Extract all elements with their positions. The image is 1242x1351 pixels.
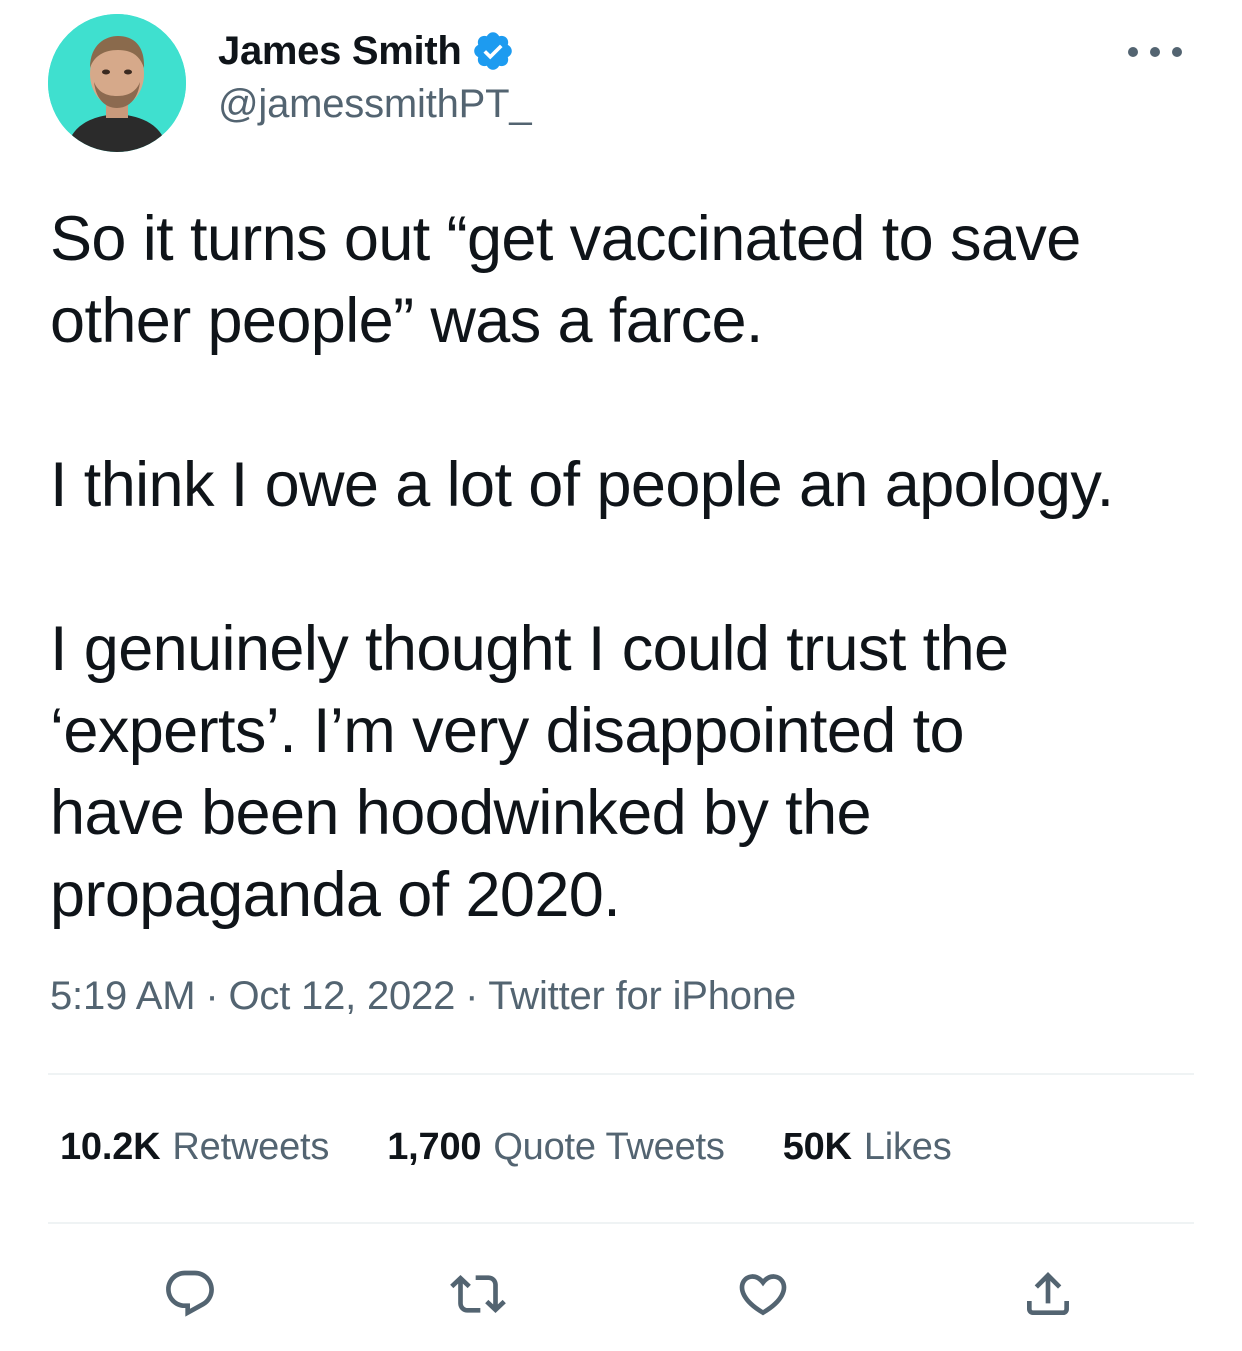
like-icon: [739, 1274, 787, 1316]
verified-badge-icon: [471, 29, 515, 73]
tweet-date[interactable]: Oct 12, 2022: [228, 974, 455, 1018]
retweet-button[interactable]: [448, 1264, 508, 1324]
divider: [48, 1073, 1194, 1075]
retweets-count: 10.2K: [60, 1126, 161, 1168]
retweets-label: Retweets: [172, 1126, 330, 1168]
more-options-icon: [1128, 47, 1182, 57]
retweet-icon: [450, 1275, 506, 1313]
share-button[interactable]: [1018, 1264, 1078, 1324]
more-options-button[interactable]: [1110, 32, 1200, 72]
author-name[interactable]: James Smith: [218, 29, 462, 74]
quote-tweets-label: Quote Tweets: [493, 1126, 725, 1168]
tweet-line: other people” was a farce.: [50, 286, 763, 356]
reply-button[interactable]: [160, 1264, 220, 1324]
tweet-line: ‘experts’. I’m very disappointed to: [50, 696, 965, 766]
tweet-time[interactable]: 5:19 AM: [50, 974, 196, 1018]
tweet-line: I genuinely thought I could trust the: [50, 614, 1009, 684]
quote-tweets-count: 1,700: [387, 1126, 482, 1168]
quote-tweets-stat[interactable]: 1,700 Quote Tweets: [387, 1126, 725, 1169]
author-handle[interactable]: @jamessmithPT_: [218, 82, 532, 127]
tweet-text: So it turns out “get vaccinated to save …: [50, 198, 1210, 936]
tweet-stats: 10.2K Retweets 1,700 Quote Tweets 50K Likes: [60, 1126, 1010, 1169]
share-icon: [1027, 1272, 1069, 1315]
tweet-meta: 5:19 AM · Oct 12, 2022 · Twitter for iPhone: [50, 974, 796, 1019]
tweet-line: propaganda of 2020.: [50, 860, 621, 930]
reply-icon: [166, 1270, 214, 1317]
tweet-line: have been hoodwinked by the: [50, 778, 872, 848]
tweet-source[interactable]: Twitter for iPhone: [488, 974, 796, 1018]
tweet-line: I think I owe a lot of people an apology…: [50, 450, 1114, 520]
meta-separator: ·: [465, 974, 479, 1018]
like-button[interactable]: [733, 1264, 793, 1324]
likes-stat[interactable]: 50K Likes: [783, 1126, 952, 1169]
likes-label: Likes: [863, 1126, 952, 1168]
retweets-stat[interactable]: 10.2K Retweets: [60, 1126, 329, 1169]
tweet: James Smith @jamessmithPT_ So it turns o…: [0, 0, 1242, 1351]
tweet-line: So it turns out “get vaccinated to save: [50, 204, 1081, 274]
avatar-photo: [48, 14, 186, 152]
divider: [48, 1222, 1194, 1224]
author-name-row: James Smith: [218, 26, 515, 76]
avatar[interactable]: [48, 14, 186, 152]
meta-separator: ·: [205, 974, 219, 1018]
likes-count: 50K: [782, 1126, 852, 1168]
